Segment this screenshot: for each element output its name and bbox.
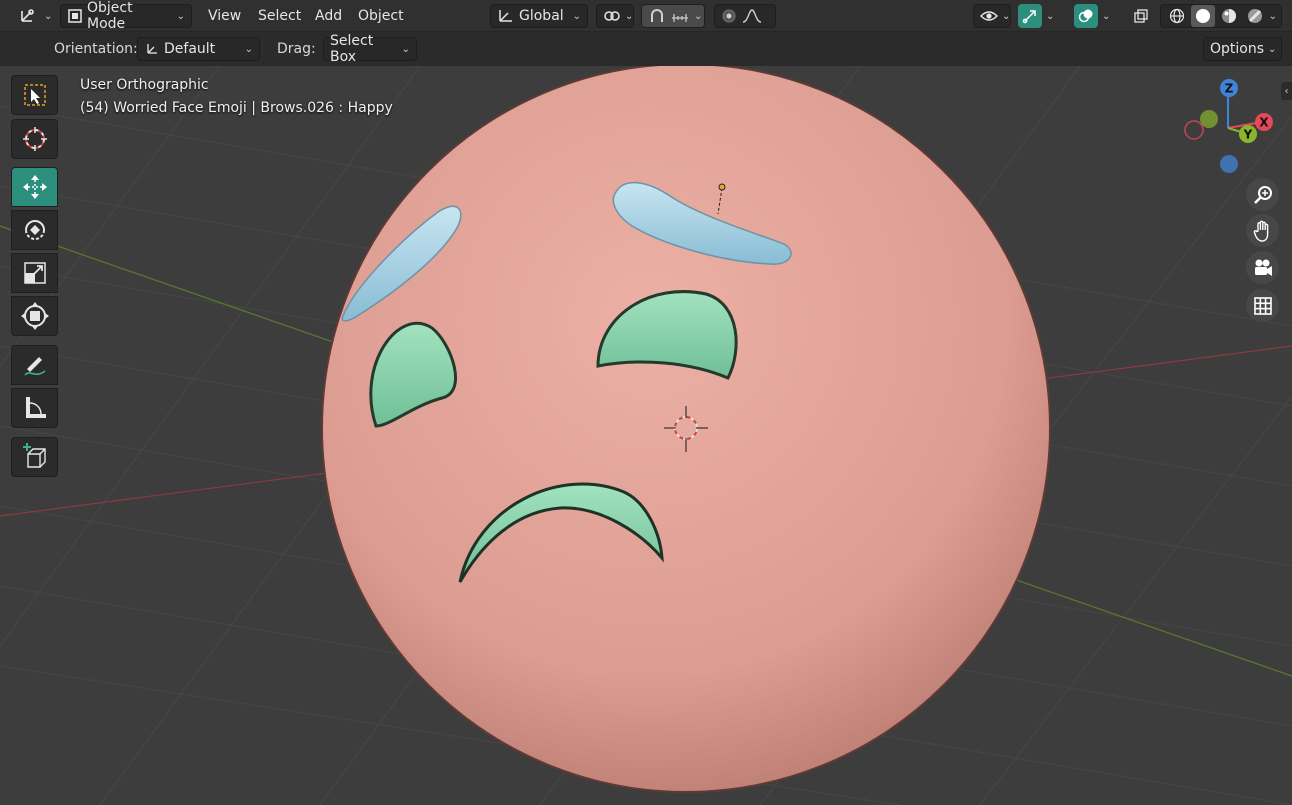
chevron-down-icon: ⌄ bbox=[44, 10, 53, 22]
options-dropdown[interactable]: Options ⌄ bbox=[1203, 37, 1282, 61]
object-mode-icon bbox=[67, 8, 83, 24]
shading-modes: ⌄ bbox=[1160, 4, 1282, 28]
mode-dropdown[interactable]: Object Mode ⌄ bbox=[60, 0, 192, 32]
xray-toggle[interactable] bbox=[1128, 4, 1154, 28]
chevron-down-icon: ⌄ bbox=[401, 43, 410, 55]
scale-icon bbox=[22, 260, 48, 286]
cursor-icon bbox=[21, 125, 49, 153]
mode-label: Object Mode bbox=[87, 0, 133, 32]
chevron-left-icon: ‹ bbox=[1284, 85, 1289, 97]
face-sphere[interactable] bbox=[321, 66, 1051, 793]
visibility-dropdown[interactable]: ⌄ bbox=[973, 4, 1011, 28]
viewport-header: ⌄ Object Mode ⌄ View Select Add Object G… bbox=[0, 0, 1292, 32]
gizmo-y-label: Y bbox=[1243, 128, 1253, 142]
overlay-toggle[interactable] bbox=[1074, 4, 1098, 28]
chevron-down-icon: ⌄ bbox=[244, 43, 253, 55]
transform-icon bbox=[20, 302, 49, 330]
chevron-down-icon: ⌄ bbox=[572, 10, 581, 22]
add-cube-icon bbox=[20, 442, 50, 472]
chevron-down-icon: ⌄ bbox=[176, 10, 185, 22]
snap-increment-icon bbox=[670, 8, 690, 24]
chevron-down-icon: ⌄ bbox=[1268, 43, 1277, 55]
select-box-icon bbox=[22, 82, 48, 108]
rendered-shading-icon[interactable] bbox=[1243, 5, 1267, 27]
pan-hand-icon bbox=[1253, 220, 1273, 242]
material-preview-icon[interactable] bbox=[1217, 5, 1241, 27]
tool-select-box[interactable] bbox=[11, 75, 58, 115]
tool-rotate[interactable] bbox=[11, 210, 58, 250]
tool-transform[interactable] bbox=[11, 296, 58, 336]
view-name: User Orthographic bbox=[80, 77, 209, 93]
chevron-down-icon[interactable]: ⌄ bbox=[1269, 11, 1277, 22]
tool-settings-bar: Orientation: Default ⌄ Drag: Select Box … bbox=[0, 32, 1292, 66]
chevron-down-icon: ⌄ bbox=[1102, 10, 1111, 22]
overlay-icon bbox=[1078, 8, 1094, 24]
menu-object[interactable]: Object bbox=[352, 4, 410, 28]
camera-view-button[interactable] bbox=[1246, 251, 1279, 284]
xray-icon bbox=[1133, 8, 1149, 24]
menu-view[interactable]: View bbox=[202, 4, 247, 28]
drag-label: Drag: bbox=[277, 41, 316, 57]
rotate-icon bbox=[21, 216, 49, 244]
ortho-toggle-button[interactable] bbox=[1246, 289, 1279, 322]
solid-shading-icon[interactable] bbox=[1190, 5, 1215, 27]
orientation-axes-icon bbox=[144, 41, 160, 57]
options-label: Options bbox=[1210, 41, 1265, 57]
3d-viewport[interactable]: User Orthographic (54) Worried Face Emoj… bbox=[0, 66, 1292, 805]
chevron-down-icon: ⌄ bbox=[1002, 10, 1011, 22]
orientation-label: Orientation: bbox=[54, 41, 138, 57]
gizmo-icon bbox=[1022, 8, 1038, 24]
falloff-curve-icon bbox=[741, 8, 763, 24]
view3d-icon bbox=[18, 7, 40, 25]
gizmo-neg-y[interactable] bbox=[1200, 110, 1218, 128]
gizmo-x-label: X bbox=[1259, 116, 1269, 130]
move-icon bbox=[21, 173, 49, 201]
tool-move[interactable] bbox=[11, 167, 58, 207]
zoom-button[interactable] bbox=[1246, 178, 1279, 211]
transform-orientation-dropdown[interactable]: Global ⌄ bbox=[490, 4, 588, 28]
proportional-edit-icon bbox=[721, 8, 737, 24]
gizmo-dropdown[interactable]: ⌄ bbox=[1042, 4, 1062, 28]
gizmo-neg-z[interactable] bbox=[1220, 155, 1238, 173]
pivot-point-icon bbox=[603, 8, 621, 24]
zoom-icon bbox=[1253, 185, 1273, 205]
chevron-down-icon: ⌄ bbox=[694, 10, 703, 22]
transform-orientation-label: Global bbox=[519, 8, 564, 24]
snap-group[interactable]: ⌄ bbox=[641, 4, 705, 28]
measure-icon bbox=[21, 394, 49, 422]
gizmo-neg-x[interactable] bbox=[1184, 120, 1204, 140]
tool-scale[interactable] bbox=[11, 253, 58, 293]
overlay-dropdown[interactable]: ⌄ bbox=[1098, 4, 1118, 28]
proportional-edit-group[interactable] bbox=[714, 4, 776, 28]
gizmo-toggle[interactable] bbox=[1018, 4, 1042, 28]
drag-value: Select Box bbox=[330, 33, 374, 65]
gizmo-z-label: Z bbox=[1225, 82, 1234, 96]
orientation-icon bbox=[497, 8, 515, 24]
pan-button[interactable] bbox=[1246, 214, 1279, 247]
editor-type-button[interactable]: ⌄ bbox=[12, 4, 58, 28]
drag-dropdown[interactable]: Select Box ⌄ bbox=[323, 33, 417, 65]
tool-add-cube[interactable] bbox=[11, 437, 58, 477]
menu-add[interactable]: Add bbox=[309, 4, 348, 28]
tool-cursor[interactable] bbox=[11, 119, 58, 159]
tool-measure[interactable] bbox=[11, 388, 58, 428]
snap-magnet-icon bbox=[648, 8, 666, 24]
pivot-point-dropdown[interactable]: ⌄ bbox=[596, 4, 634, 28]
menu-select[interactable]: Select bbox=[252, 4, 307, 28]
chevron-down-icon: ⌄ bbox=[625, 10, 634, 22]
annotate-icon bbox=[21, 351, 49, 379]
wireframe-shading-icon[interactable] bbox=[1165, 5, 1189, 27]
navigation-gizmo[interactable]: Z X Y bbox=[1174, 72, 1284, 182]
eye-icon bbox=[980, 9, 998, 23]
chevron-down-icon: ⌄ bbox=[1046, 10, 1055, 22]
orientation-dropdown[interactable]: Default ⌄ bbox=[137, 37, 260, 61]
orientation-value: Default bbox=[164, 41, 216, 57]
camera-icon bbox=[1252, 258, 1274, 278]
object-info: (54) Worried Face Emoji | Brows.026 : Ha… bbox=[80, 100, 393, 116]
grid-ortho-icon bbox=[1253, 296, 1273, 316]
scene-canvas[interactable] bbox=[0, 66, 1292, 805]
tool-annotate[interactable] bbox=[11, 345, 58, 385]
